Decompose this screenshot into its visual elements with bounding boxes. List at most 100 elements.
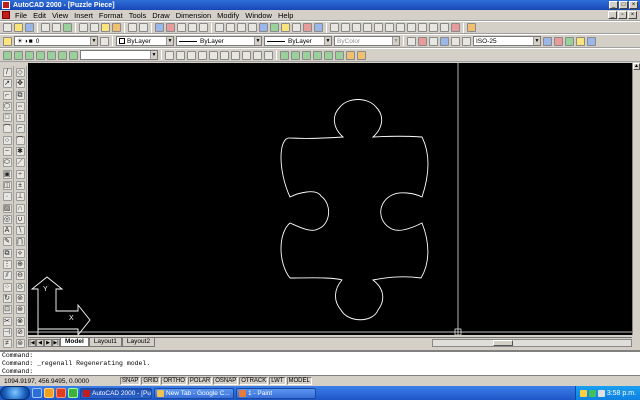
slice-icon[interactable]: ⟡ <box>15 248 25 258</box>
se-iso-view-icon[interactable] <box>242 50 251 60</box>
task-paint[interactable]: 1 - Paint <box>236 387 316 399</box>
model-toggle[interactable]: MODEL <box>286 377 312 385</box>
match-properties-icon[interactable] <box>112 23 121 32</box>
dim-linear-icon[interactable] <box>407 36 416 46</box>
3d-box-icon[interactable] <box>3 50 12 60</box>
mirror-icon[interactable]: ⋮ <box>2 260 12 270</box>
baseline-dimension-icon[interactable] <box>407 23 416 32</box>
dimension-style-icon[interactable] <box>543 36 552 46</box>
copy-tool-icon[interactable]: ⧉ <box>15 90 25 100</box>
back-view-icon[interactable] <box>220 50 229 60</box>
scale-icon[interactable]: ⊡ <box>2 305 12 315</box>
top-view-icon[interactable] <box>165 50 174 60</box>
menu-dimension[interactable]: Dimension <box>173 11 214 20</box>
chevron-down-icon[interactable]: ▼ <box>90 37 97 45</box>
design-center-icon[interactable] <box>565 36 574 46</box>
zoom-scale-icon[interactable]: ⊛ <box>15 305 25 315</box>
undo-icon[interactable] <box>128 23 137 32</box>
cut-icon[interactable] <box>79 23 88 32</box>
coordinate-readout[interactable]: 1094.9197, 456.9495, 0.0000 <box>0 378 120 385</box>
dim-update-icon[interactable] <box>440 36 449 46</box>
plotstyle-dropdown[interactable]: ByColor ▼ <box>334 36 400 46</box>
hatch-icon[interactable]: ▨ <box>2 203 12 213</box>
task-chrome[interactable]: New Tab - Google C... <box>154 387 234 399</box>
spelling-icon[interactable] <box>63 23 72 32</box>
solid-wedge-icon[interactable] <box>324 50 333 60</box>
intersect-icon[interactable]: ⋂ <box>15 237 25 247</box>
horizontal-scrollbar[interactable] <box>432 338 632 347</box>
render-icon[interactable] <box>314 23 323 32</box>
start-button[interactable] <box>0 386 30 400</box>
left-view-icon[interactable] <box>187 50 196 60</box>
extend-icon[interactable]: ⊣ <box>2 327 12 337</box>
solid-sphere-icon[interactable] <box>291 50 300 60</box>
point-icon[interactable]: · <box>2 192 12 202</box>
break-icon[interactable]: ≠ <box>2 339 12 349</box>
insert-block-icon[interactable]: ▣ <box>2 169 12 179</box>
command-prompt[interactable]: Command: <box>2 368 640 376</box>
tab-layout1[interactable]: Layout1 <box>88 338 122 347</box>
chevron-down-icon[interactable]: ▼ <box>392 37 399 45</box>
snap-icon[interactable] <box>188 23 197 32</box>
paste-icon[interactable] <box>101 23 110 32</box>
extrude-icon[interactable] <box>346 50 355 60</box>
color-dropdown[interactable]: ByLayer ▼ <box>116 36 174 46</box>
chevron-down-icon[interactable]: ▼ <box>324 37 331 45</box>
polyline-icon[interactable]: ⌐ <box>2 90 12 100</box>
aerial-view-icon[interactable] <box>259 23 268 32</box>
hyperlink-icon[interactable] <box>155 23 164 32</box>
command-window[interactable]: Command: Command: _regenall Regenerating… <box>0 350 640 376</box>
arc-icon[interactable]: ⌒ <box>2 124 12 134</box>
minimize-button[interactable]: _ <box>609 1 618 9</box>
hide-icon[interactable] <box>292 23 301 32</box>
revolve-icon[interactable] <box>357 50 366 60</box>
tray-volume-icon[interactable] <box>597 389 605 397</box>
tab-first-icon[interactable]: |◀ <box>28 338 36 347</box>
3d-orbit-icon[interactable] <box>281 23 290 32</box>
osnap-toggle[interactable]: OSNAP <box>213 377 239 385</box>
dimension-ordinate-icon[interactable] <box>352 23 361 32</box>
menu-window[interactable]: Window <box>242 11 275 20</box>
grid-toggle[interactable]: GRID <box>141 377 161 385</box>
document-icon[interactable] <box>2 11 10 19</box>
menu-format[interactable]: Format <box>96 11 126 20</box>
shade-icon[interactable] <box>303 23 312 32</box>
3d-cone-icon[interactable] <box>25 50 34 60</box>
layer-dropdown[interactable]: ☀◑■ 0 ▼ <box>14 36 98 46</box>
offset-icon[interactable]: ⫽ <box>2 271 12 281</box>
chevron-down-icon[interactable]: ▼ <box>254 37 261 45</box>
tab-layout2[interactable]: Layout2 <box>121 338 156 347</box>
line-icon[interactable]: / <box>2 68 12 77</box>
tray-network-icon[interactable] <box>588 389 596 397</box>
3d-torus-icon[interactable] <box>47 50 56 60</box>
quicklaunch-folder-icon[interactable] <box>44 388 54 398</box>
front-view-icon[interactable] <box>209 50 218 60</box>
doc-minimize-button[interactable]: _ <box>608 11 617 19</box>
zoom-previous-icon[interactable] <box>248 23 257 32</box>
stretch-icon[interactable]: ⇔ <box>15 101 25 111</box>
save-icon[interactable] <box>25 23 34 32</box>
region-icon[interactable]: ◎ <box>2 214 12 224</box>
chevron-down-icon[interactable]: ▼ <box>150 51 157 59</box>
menu-file[interactable]: File <box>12 11 30 20</box>
chevron-down-icon[interactable]: ▼ <box>533 37 540 45</box>
maximize-button[interactable]: □ <box>619 1 628 9</box>
menu-draw[interactable]: Draw <box>149 11 173 20</box>
otrack-toggle[interactable]: OTRACK <box>239 377 269 385</box>
vertical-scrollbar[interactable]: ▲ <box>632 63 640 335</box>
doc-close-button[interactable]: × <box>628 11 637 19</box>
solid-torus-icon[interactable] <box>335 50 344 60</box>
tolerance-icon[interactable] <box>440 23 449 32</box>
layers-icon[interactable] <box>3 36 12 46</box>
dim-text-edit-icon[interactable] <box>462 36 471 46</box>
zoom-dynamic-icon[interactable]: ⊘ <box>15 327 25 337</box>
3d-mesh-icon[interactable] <box>69 50 78 60</box>
tab-next-icon[interactable]: ▶ <box>44 338 52 347</box>
ucs-icon[interactable] <box>199 23 208 32</box>
ne-iso-view-icon[interactable] <box>253 50 262 60</box>
show-desktop-icon[interactable] <box>32 388 42 398</box>
sheet-icon[interactable] <box>587 36 596 46</box>
doc-restore-button[interactable]: ▫ <box>618 11 627 19</box>
measure-icon[interactable]: ± <box>15 180 25 190</box>
leader-icon[interactable] <box>429 23 438 32</box>
